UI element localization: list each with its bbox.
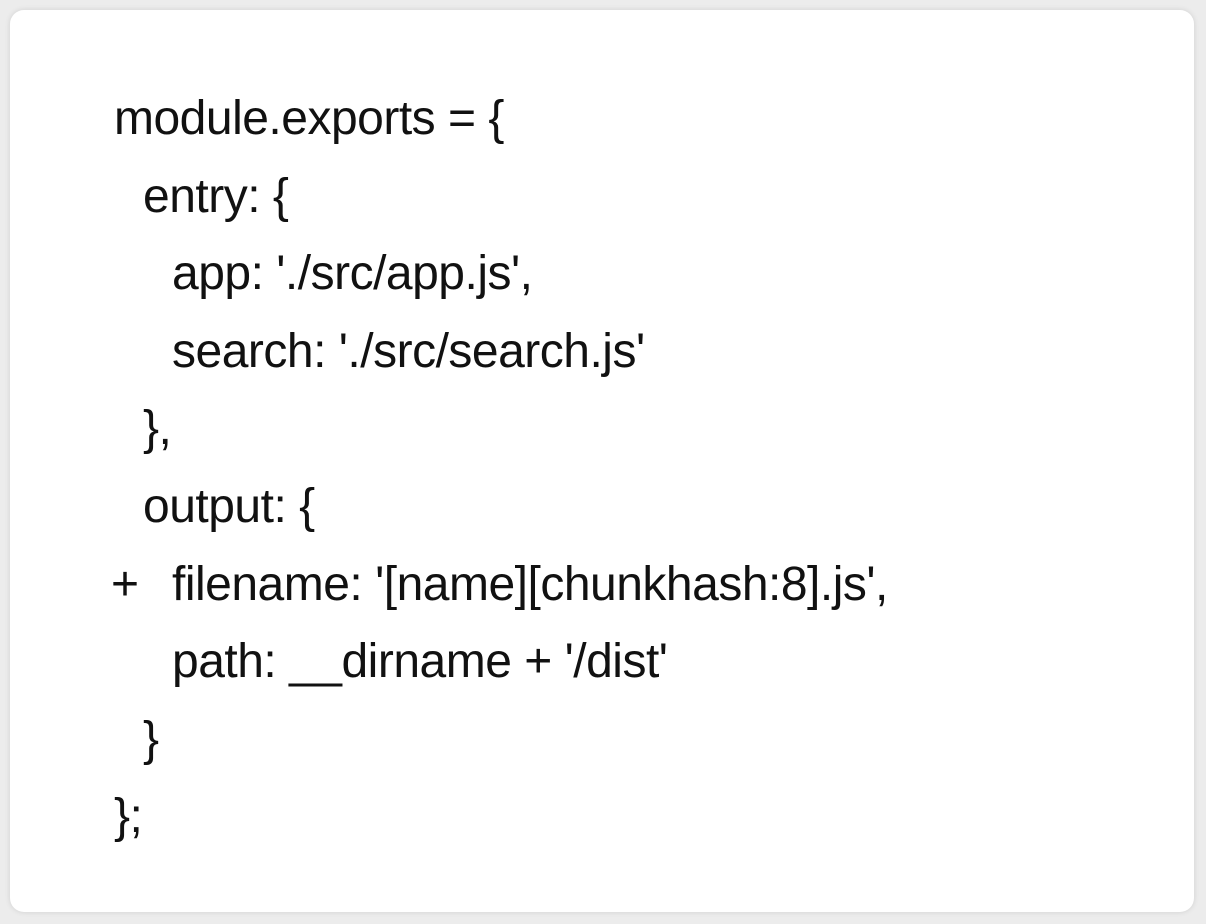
code-line: } [10,707,1194,785]
code-text: }, [143,402,172,456]
diff-marker-added: + [111,557,139,611]
code-line-added: + filename: '[name][chunkhash:8].js', [10,552,1194,630]
code-text: module.exports = { [114,92,504,145]
code-text: search: './src/search.js' [172,324,645,378]
code-text: app: './src/app.js', [172,247,533,301]
code-line: entry: { [10,164,1194,242]
code-text: } [143,712,159,766]
code-line: app: './src/app.js', [10,241,1194,319]
code-text: }; [114,790,143,844]
code-line: search: './src/search.js' [10,319,1194,397]
code-line: path: __dirname + '/dist' [10,629,1194,707]
code-text: output: { [143,479,315,533]
code-text: filename: '[name][chunkhash:8].js', [172,557,888,611]
code-text: entry: { [143,169,289,223]
code-block: module.exports = { entry: { app: './src/… [10,86,1194,862]
code-line: output: { [10,474,1194,552]
code-line: }, [10,396,1194,474]
code-line: module.exports = { [10,86,1194,164]
code-line: }; [10,784,1194,862]
code-card: module.exports = { entry: { app: './src/… [10,10,1194,912]
code-text: path: __dirname + '/dist' [172,635,668,689]
